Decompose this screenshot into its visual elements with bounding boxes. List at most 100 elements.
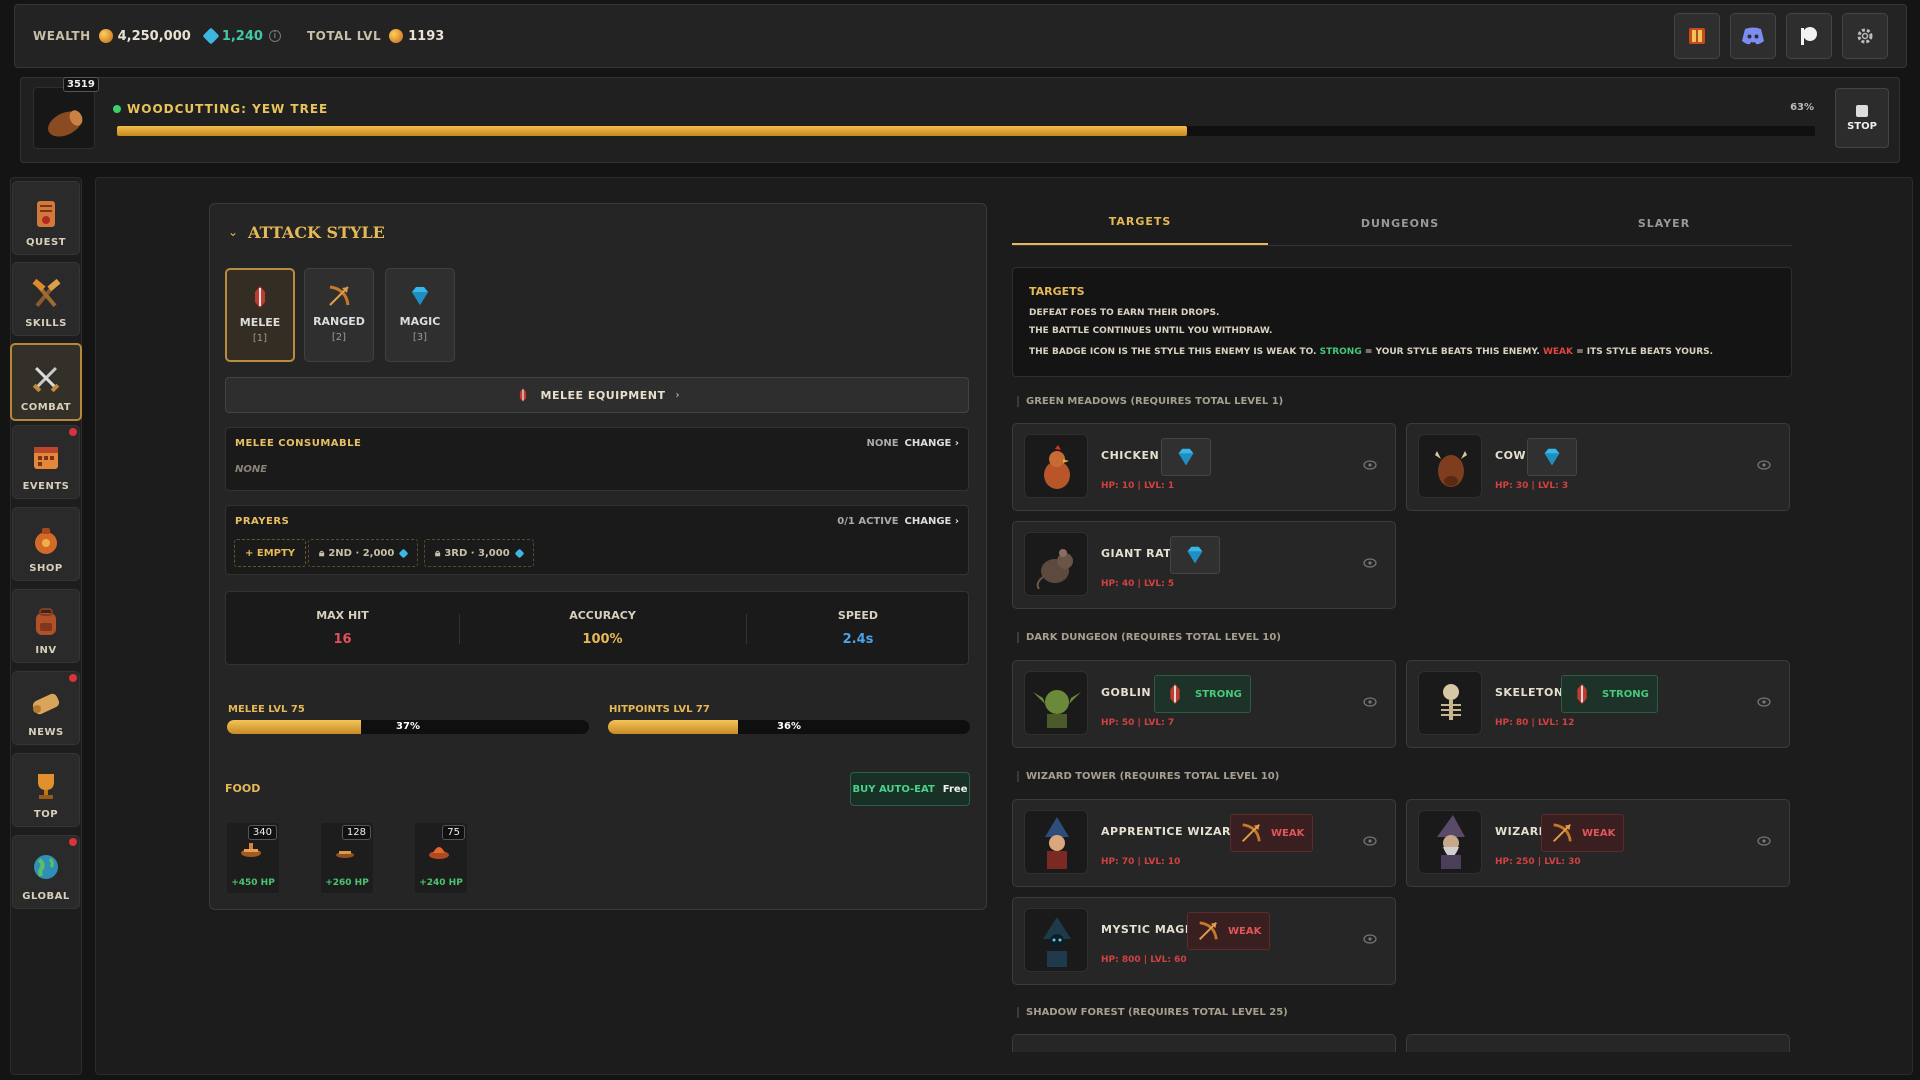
enemy-card-apprentice-wizard[interactable]: APPRENTICE WIZARD WEAK HP: 70 | LVL: 10: [1012, 799, 1396, 887]
rat-icon: [1036, 549, 1073, 590]
weakness-badge: WEAK: [1541, 814, 1625, 852]
stat-value: 2.4s: [842, 632, 874, 647]
prayer-slot-2nd[interactable]: 🔒︎ 2ND · 2,000: [308, 539, 419, 567]
sidebar-item-label: SHOP: [29, 563, 63, 574]
sidebar-item-label: GLOBAL: [22, 891, 70, 902]
enemy-card-chicken[interactable]: CHICKEN HP: 10 | LVL: 1: [1012, 423, 1396, 511]
enemy-name: MYSTIC MAGE: [1101, 923, 1193, 936]
sidebar-item-quest[interactable]: QUEST: [12, 181, 80, 255]
badge-label: WEAK: [1582, 827, 1616, 839]
info-icon[interactable]: i: [268, 30, 281, 42]
tab-slayer[interactable]: SLAYER: [1536, 217, 1792, 248]
zone-header: SHADOW FOREST (REQUIRES TOTAL LEVEL 25): [1017, 1007, 1288, 1018]
eye-icon[interactable]: [1757, 697, 1771, 707]
eye-icon[interactable]: [1363, 558, 1377, 568]
enemy-name: COW: [1495, 449, 1527, 462]
melee-icon: [255, 286, 265, 308]
melee-icon: [1170, 683, 1180, 705]
enemy-card-mystic-mage[interactable]: MYSTIC MAGE WEAK HP: 800 | LVL: 60: [1012, 897, 1396, 985]
stat-name: MAX HIT: [316, 609, 369, 622]
enemy-card-skeleton[interactable]: SKELETON STRONG HP: 80 | LVL: 12: [1406, 660, 1790, 748]
discord-button[interactable]: [1730, 13, 1776, 59]
eye-icon[interactable]: [1363, 836, 1377, 846]
stop-icon: [1856, 104, 1868, 117]
action-progress-bar: [117, 126, 1815, 136]
style-magic-button[interactable]: MAGIC [3]: [385, 268, 455, 362]
sidebar-item-label: COMBAT: [20, 402, 72, 413]
badge-label: WEAK: [1228, 925, 1262, 937]
sidebar-item-global[interactable]: GLOBAL: [12, 835, 80, 909]
sidebar-item-top[interactable]: TOP: [12, 753, 80, 827]
action-icon-slot: [33, 87, 95, 149]
zone-header: DARK DUNGEON (REQUIRES TOTAL LEVEL 10): [1017, 632, 1281, 643]
eye-icon[interactable]: [1363, 934, 1377, 944]
food-slot[interactable]: 340 +450 HP: [227, 823, 279, 893]
total-level-value: 1193: [408, 28, 445, 44]
eye-icon[interactable]: [1757, 836, 1771, 846]
book-button[interactable]: [1674, 13, 1720, 59]
newspaper-icon: [32, 693, 60, 715]
stop-button[interactable]: STOP: [1835, 88, 1889, 148]
info-title: TARGETS: [1029, 285, 1085, 298]
sidebar-item-news[interactable]: NEWS: [12, 671, 80, 745]
food-heal: +450 HP: [231, 878, 275, 888]
eye-icon[interactable]: [1363, 697, 1377, 707]
tab-targets[interactable]: TARGETS: [1012, 215, 1268, 246]
patreon-button[interactable]: [1786, 13, 1832, 59]
food-slot[interactable]: 128 +260 HP: [321, 823, 373, 893]
prayer-slot-empty[interactable]: + EMPTY: [234, 539, 307, 567]
badge-label: STRONG: [1195, 688, 1242, 700]
enemy-card-giant-rat[interactable]: GIANT RAT HP: 40 | LVL: 5: [1012, 521, 1396, 609]
sidebar-item-skills[interactable]: SKILLS: [12, 262, 80, 336]
gem-icon: [514, 548, 525, 558]
gem-amount: 1,240: [221, 28, 263, 44]
enemy-card-partial[interactable]: [1406, 1034, 1790, 1052]
style-melee-button[interactable]: MELEE [1]: [225, 268, 295, 362]
sidebar-item-combat[interactable]: COMBAT: [10, 343, 82, 421]
sidebar-item-events[interactable]: EVENTS: [12, 425, 80, 499]
prayer-slot-label: 2ND · 2,000: [328, 547, 395, 559]
settings-button[interactable]: [1842, 13, 1888, 59]
ranged-icon: [1242, 823, 1261, 842]
active-status-dot: [113, 105, 121, 113]
goblin-icon: [1033, 690, 1081, 728]
tab-dungeons[interactable]: DUNGEONS: [1272, 217, 1528, 248]
style-ranged-button[interactable]: RANGED [2]: [304, 268, 374, 362]
melee-equipment-button[interactable]: MELEE EQUIPMENT ›: [225, 377, 969, 413]
eye-icon[interactable]: [1363, 460, 1377, 470]
enemy-portrait: [1418, 671, 1482, 735]
enemy-stats: HP: 80 | LVL: 12: [1495, 718, 1575, 728]
prayer-slot-3rd[interactable]: 🔒︎ 3RD · 3,000: [424, 539, 534, 567]
enemy-name: CHICKEN: [1101, 449, 1160, 462]
weakness-badge: WEAK: [1230, 814, 1314, 852]
food-slot[interactable]: 75 +240 HP: [415, 823, 467, 893]
magic-icon: [1178, 448, 1194, 466]
sidebar-item-inv[interactable]: INV: [12, 589, 80, 663]
stat-accuracy: ACCURACY 100%: [459, 592, 746, 664]
targets-info-box: TARGETS DEFEAT FOES TO EARN THEIR DROPS.…: [1012, 267, 1792, 377]
trophy-icon: [38, 774, 54, 799]
buy-auto-eat-button[interactable]: BUY AUTO-EAT Free: [850, 772, 970, 806]
book-icon: [1689, 28, 1705, 44]
enemy-card-goblin[interactable]: GOBLIN STRONG HP: 50 | LVL: 7: [1012, 660, 1396, 748]
sidebar-item-shop[interactable]: SHOP: [12, 507, 80, 581]
globe-icon: [34, 855, 58, 879]
prayers-status: 0/1 ACTIVE: [837, 516, 899, 527]
enemy-card-partial[interactable]: [1012, 1034, 1396, 1052]
backpack-icon: [36, 608, 56, 635]
bag-icon: [35, 528, 57, 554]
enemy-portrait: [1024, 532, 1088, 596]
enemy-card-cow[interactable]: COW HP: 30 | LVL: 3: [1406, 423, 1790, 511]
prayers-change-link[interactable]: 0/1 ACTIVE CHANGE ›: [837, 516, 959, 527]
collapse-chevron-icon[interactable]: ⌄: [228, 225, 238, 239]
crossed-swords-icon: [32, 367, 60, 393]
enemy-portrait: [1024, 671, 1088, 735]
consumable-card: MELEE CONSUMABLE NONE CHANGE › NONE: [225, 427, 969, 491]
enemy-portrait: [1418, 434, 1482, 498]
stat-speed: SPEED 2.4s: [746, 592, 970, 664]
eye-icon[interactable]: [1757, 460, 1771, 470]
consumable-change-link[interactable]: NONE CHANGE ›: [866, 438, 959, 449]
wealth-label: WEALTH: [33, 29, 91, 43]
enemy-card-wizard[interactable]: WIZARD WEAK HP: 250 | LVL: 30: [1406, 799, 1790, 887]
total-level-label: TOTAL LVL: [306, 29, 382, 43]
